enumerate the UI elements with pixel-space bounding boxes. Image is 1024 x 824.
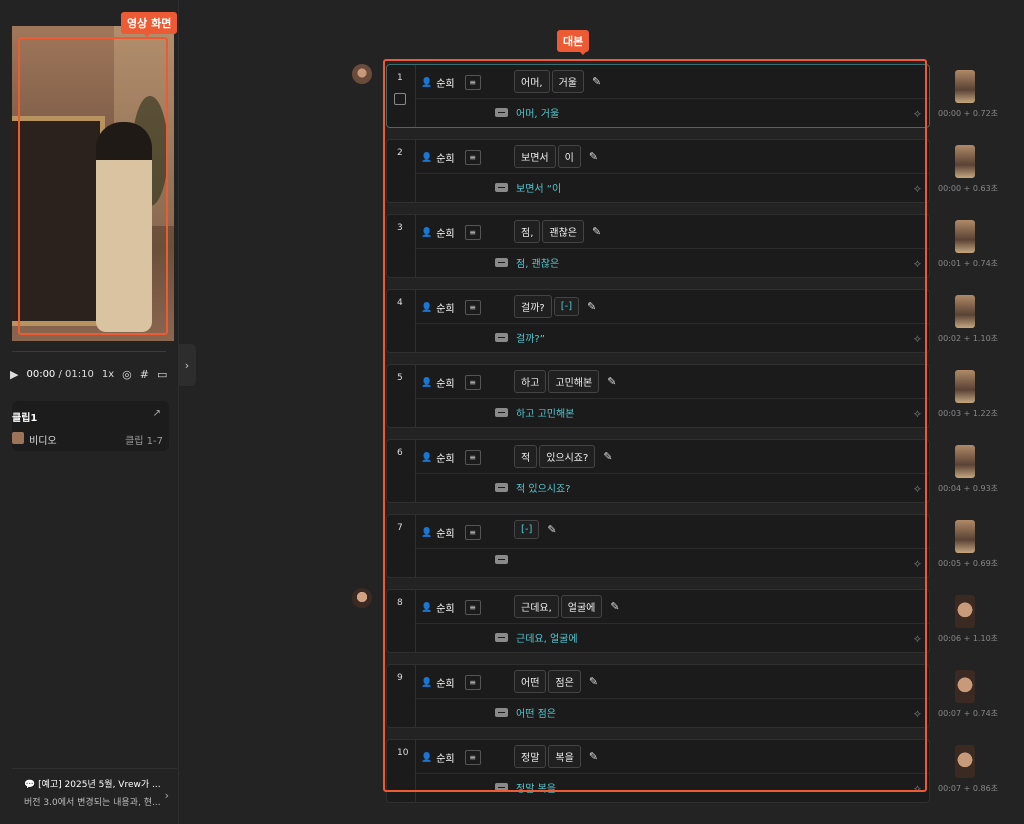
speed-button[interactable]: 1x — [102, 369, 114, 380]
clip-track-label: 비디오 — [29, 436, 57, 447]
script-annotation-box — [383, 59, 927, 792]
clip-range: 클립 1-7 — [125, 436, 163, 447]
clip-thumbnail — [12, 432, 24, 444]
notice-title: [예고] 2025년 5월, Vrew가 ... — [38, 780, 161, 790]
thumbnail-time: 00:00 + 0.72초 — [938, 109, 999, 118]
speaker-avatar[interactable] — [352, 588, 372, 608]
video-callout: 영상 화면 — [121, 12, 178, 37]
external-link-icon[interactable]: ↗ — [153, 408, 161, 419]
play-icon[interactable]: ▶ — [10, 368, 18, 381]
thumbnail-time: 00:01 + 0.74초 — [938, 259, 999, 268]
notice-icon: 💬 — [24, 780, 36, 790]
grid-icon[interactable]: # — [140, 368, 149, 381]
speaker-avatar[interactable] — [352, 64, 372, 84]
thumbnail-time: 00:03 + 1.22초 — [938, 409, 999, 418]
notice-banner[interactable]: 💬 [예고] 2025년 5월, Vrew가 ... 버전 3.0에서 변경되는… — [12, 768, 177, 819]
thumbnail-time: 00:06 + 1.10초 — [938, 634, 999, 643]
total-time: / 01:10 — [58, 369, 94, 380]
current-time: 00:00 — [26, 369, 56, 380]
chevron-right-icon[interactable]: › — [165, 789, 169, 802]
divider — [12, 351, 166, 352]
focus-icon[interactable]: ◎ — [122, 368, 132, 381]
collapse-panel-button[interactable]: › — [178, 344, 196, 386]
script-callout: 대본 — [557, 30, 590, 55]
thumbnail-time: 00:05 + 0.69초 — [938, 559, 999, 568]
chevron-right-icon: › — [184, 358, 190, 372]
clip-title: 클립1 — [12, 413, 38, 424]
video-annotation-box — [18, 37, 168, 335]
subtitle-icon[interactable]: ▭ — [157, 368, 167, 381]
thumbnail-time: 00:02 + 1.10초 — [938, 334, 999, 343]
player-controls: ▶ 00:00 / 01:10 1x ◎ # ▭ — [10, 368, 167, 381]
notice-subtitle: 버전 3.0에서 변경되는 내용과, 현... — [24, 798, 161, 808]
thumbnail-time: 00:07 + 0.86초 — [938, 784, 999, 793]
clip-card[interactable]: 클립1 ↗ 비디오 클립 1-7 — [12, 401, 169, 451]
thumbnail-time: 00:00 + 0.63초 — [938, 184, 999, 193]
thumbnail-time: 00:07 + 0.74초 — [938, 709, 999, 718]
thumbnail-time: 00:04 + 0.93초 — [938, 484, 999, 493]
